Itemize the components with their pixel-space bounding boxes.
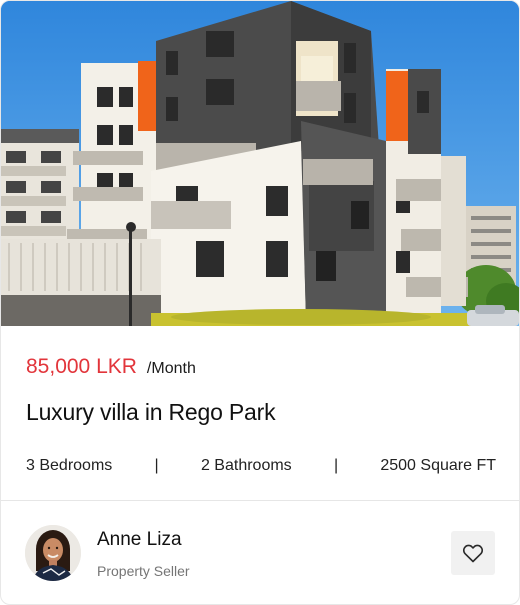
bathrooms: 2 Bathrooms: [200, 457, 292, 474]
property-photo[interactable]: [1, 1, 519, 326]
price-period: /Month: [146, 360, 196, 377]
building-illustration: [1, 1, 519, 326]
area: 2500 Square FT: [380, 457, 496, 474]
property-card[interactable]: 85,000 LKR /Month Luxury villa in Rego P…: [0, 0, 520, 605]
seller-photo: [25, 525, 81, 581]
price: 85,000 LKR: [26, 355, 137, 378]
listing-title[interactable]: Luxury villa in Rego Park: [26, 399, 276, 426]
heart-icon: [462, 544, 484, 563]
feature-separator: |: [333, 457, 339, 474]
feature-separator: |: [154, 457, 159, 474]
seller-name[interactable]: Anne Liza: [97, 529, 182, 551]
bedrooms: 3 Bedrooms: [26, 457, 113, 474]
features-row: 3 Bedrooms | 2 Bathrooms | 2500 Square F…: [26, 457, 496, 475]
divider: [1, 500, 519, 501]
seller-role: Property Seller: [97, 563, 190, 579]
avatar[interactable]: [25, 525, 81, 581]
favorite-button[interactable]: [451, 531, 495, 575]
price-row: 85,000 LKR /Month: [26, 355, 196, 379]
